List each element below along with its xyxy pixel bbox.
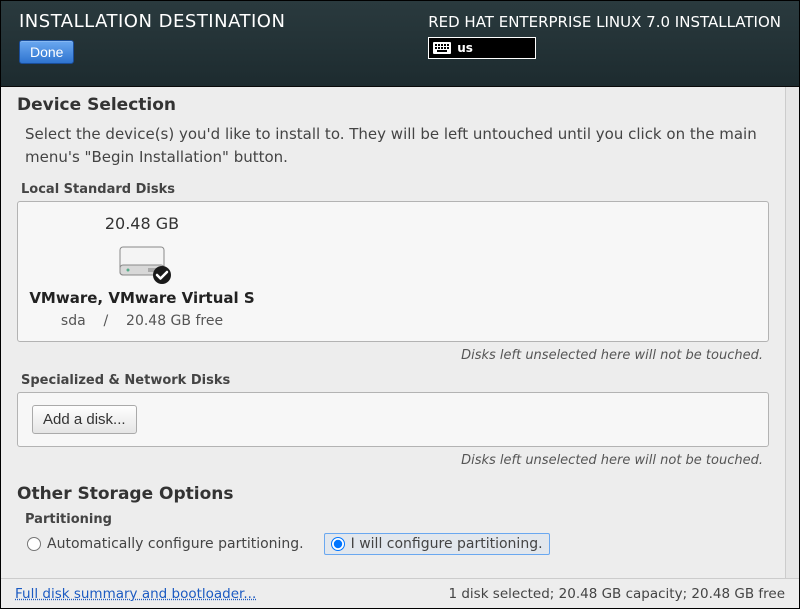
full-disk-summary-link[interactable]: Full disk summary and bootloader... xyxy=(15,586,256,602)
footer-bar: Full disk summary and bootloader... 1 di… xyxy=(1,578,799,608)
device-selection-heading: Device Selection xyxy=(17,95,769,115)
vertical-scrollbar[interactable] xyxy=(785,87,799,578)
other-storage-heading: Other Storage Options xyxy=(17,484,769,504)
partitioning-label: Partitioning xyxy=(25,512,769,527)
disk-id: sda xyxy=(61,313,86,329)
disk-free: 20.48 GB free xyxy=(126,313,223,329)
local-disks-label: Local Standard Disks xyxy=(21,182,769,197)
body-row: Device Selection Select the device(s) yo… xyxy=(1,87,799,578)
local-disks-panel: 20.48 GB VMware, VMware Vi xyxy=(17,201,769,342)
disk-icon xyxy=(118,243,166,279)
content-area: Device Selection Select the device(s) yo… xyxy=(1,87,785,578)
partitioning-auto-label: Automatically configure partitioning. xyxy=(47,536,304,552)
network-disks-panel: Add a disk... xyxy=(17,392,769,447)
keyboard-layout-indicator[interactable]: us xyxy=(428,37,536,59)
add-disk-button[interactable]: Add a disk... xyxy=(32,405,137,434)
disk-item[interactable]: 20.48 GB VMware, VMware Vi xyxy=(32,214,252,329)
network-disks-hint: Disks left unselected here will not be t… xyxy=(17,453,763,468)
page-title: INSTALLATION DESTINATION xyxy=(19,11,285,32)
keyboard-layout-label: us xyxy=(457,41,473,55)
disk-selection-status: 1 disk selected; 20.48 GB capacity; 20.4… xyxy=(448,586,785,602)
checkmark-badge-icon xyxy=(152,265,172,285)
disk-size: 20.48 GB xyxy=(105,214,179,233)
done-button[interactable]: Done xyxy=(19,40,74,64)
installer-window: INSTALLATION DESTINATION Done RED HAT EN… xyxy=(0,0,800,609)
installer-subtitle: RED HAT ENTERPRISE LINUX 7.0 INSTALLATIO… xyxy=(428,13,781,31)
header-right: RED HAT ENTERPRISE LINUX 7.0 INSTALLATIO… xyxy=(428,11,781,59)
header-bar: INSTALLATION DESTINATION Done RED HAT EN… xyxy=(1,1,799,87)
partitioning-manual-radio[interactable] xyxy=(331,537,345,551)
partitioning-manual-option[interactable]: I will configure partitioning. xyxy=(324,533,550,555)
partitioning-manual-label: I will configure partitioning. xyxy=(351,536,543,552)
disk-meta: sda / 20.48 GB free xyxy=(61,313,223,329)
disk-sep: / xyxy=(104,313,109,329)
header-left: INSTALLATION DESTINATION Done xyxy=(19,11,285,64)
partitioning-auto-radio[interactable] xyxy=(27,537,41,551)
partitioning-options: Automatically configure partitioning. I … xyxy=(27,533,769,555)
device-selection-intro: Select the device(s) you'd like to insta… xyxy=(25,123,761,168)
disk-name: VMware, VMware Virtual S xyxy=(29,289,254,307)
local-disks-hint: Disks left unselected here will not be t… xyxy=(17,348,763,363)
partitioning-auto-option[interactable]: Automatically configure partitioning. xyxy=(27,536,304,552)
network-disks-label: Specialized & Network Disks xyxy=(21,373,769,388)
keyboard-icon xyxy=(433,42,451,54)
